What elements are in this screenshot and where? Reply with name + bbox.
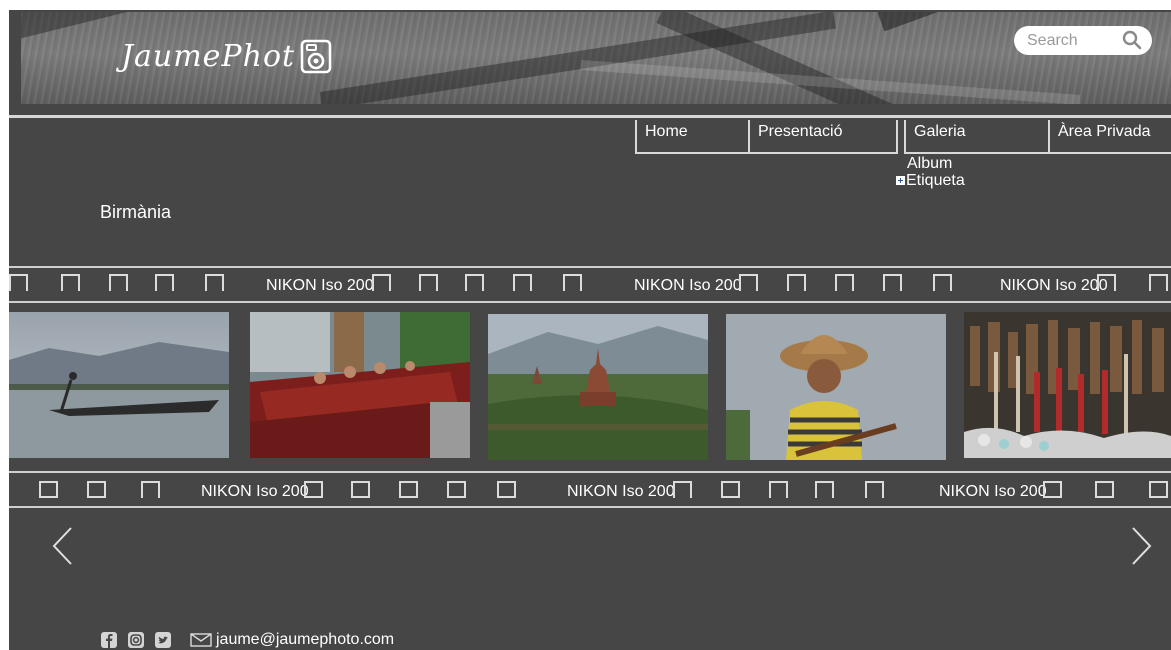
page-title: Birmània	[100, 202, 172, 222]
page-background: JaumePhot Home Presentació Galeria Àrea …	[9, 10, 1171, 650]
footer: jaume@jaumephoto.com	[101, 630, 394, 650]
gallery-photo[interactable]	[250, 312, 470, 458]
film-label: NIKON Iso 200	[634, 277, 742, 294]
filmstrip-top: NIKON Iso 200 NIKON Iso 200 NIKON Iso 20…	[9, 266, 1171, 304]
filmstrip-bottom: NIKON Iso 200 NIKON Iso 200 NIKON Iso 20…	[9, 471, 1171, 509]
film-label: NIKON Iso 200	[1000, 277, 1108, 294]
gallery-photo[interactable]	[964, 312, 1171, 458]
facebook-icon[interactable]	[101, 632, 117, 648]
nav-item-home[interactable]: Home	[635, 120, 750, 154]
search-box[interactable]	[1014, 26, 1152, 55]
gallery-photo[interactable]	[726, 314, 946, 460]
camera-icon	[300, 39, 332, 74]
twitter-icon[interactable]	[155, 632, 171, 648]
gallery-photo[interactable]	[9, 312, 229, 458]
nav-item-presentacio[interactable]: Presentació	[750, 120, 898, 154]
film-label: NIKON Iso 200	[201, 483, 309, 500]
film-label: NIKON Iso 200	[939, 483, 1047, 500]
gallery-photo[interactable]	[488, 314, 708, 460]
site-logo[interactable]: JaumePhot	[121, 26, 333, 86]
instagram-icon[interactable]	[128, 632, 144, 648]
search-icon[interactable]	[1122, 30, 1142, 50]
search-input[interactable]	[1027, 31, 1119, 50]
chevron-left-icon[interactable]	[51, 526, 75, 566]
submenu-item-album[interactable]: Album	[907, 155, 952, 172]
nav-item-area-privada[interactable]: Àrea Privada	[1050, 120, 1171, 154]
header-banner: JaumePhot	[21, 12, 1171, 104]
film-label: NIKON Iso 200	[567, 483, 675, 500]
galeria-submenu: Album Etiqueta	[896, 155, 965, 189]
main-nav: Home Presentació Galeria Àrea Privada	[635, 120, 1171, 154]
logo-text: JaumePhot	[121, 38, 296, 74]
chevron-right-icon[interactable]	[1129, 526, 1153, 566]
submenu-item-etiqueta[interactable]: Etiqueta	[906, 172, 965, 189]
nav-item-galeria[interactable]: Galeria	[904, 120, 1050, 154]
film-label: NIKON Iso 200	[266, 277, 374, 294]
expand-plus-icon[interactable]	[896, 176, 905, 185]
mail-icon	[190, 633, 212, 647]
contact-email[interactable]: jaume@jaumephoto.com	[216, 631, 394, 649]
header-divider	[9, 115, 1171, 118]
